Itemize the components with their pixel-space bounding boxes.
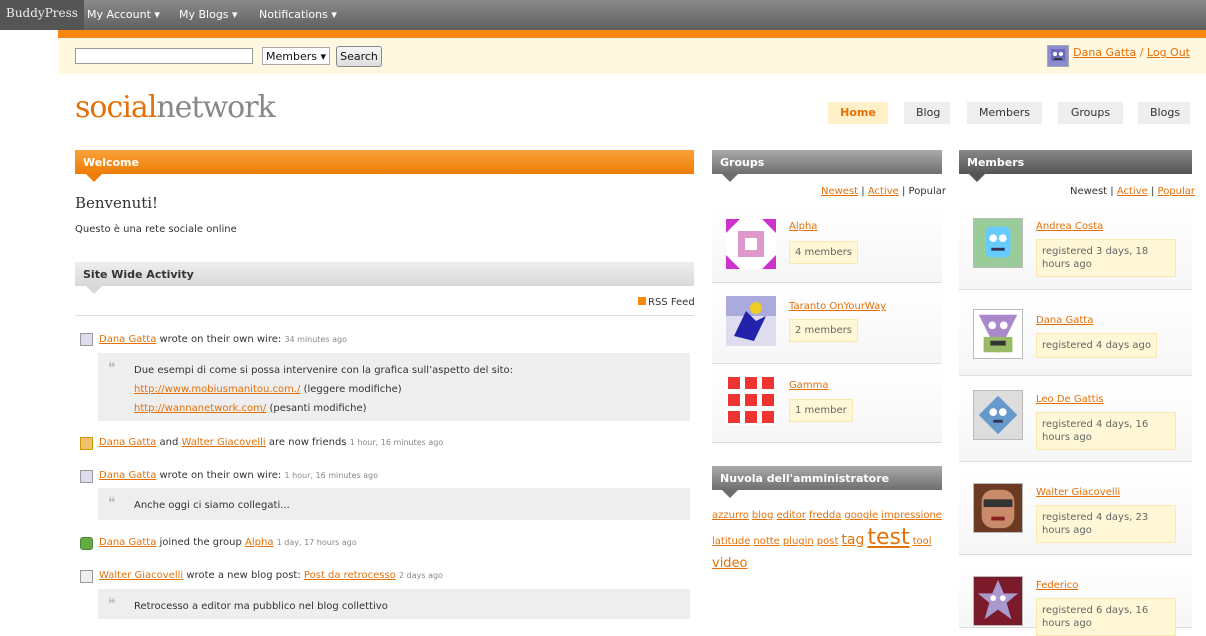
activity-item: Walter Giacovelli wrote a new blog post:…	[99, 570, 443, 581]
wire-icon	[80, 333, 93, 346]
nav-groups[interactable]: Groups	[1058, 102, 1123, 124]
user-avatar[interactable]	[1047, 45, 1069, 67]
tag-link[interactable]: tool	[913, 536, 932, 547]
user-separator: /	[1136, 46, 1147, 59]
search-input[interactable]	[75, 48, 253, 64]
members-pointer	[969, 174, 985, 182]
activity-pointer	[86, 286, 102, 294]
divider	[75, 315, 694, 316]
search-button[interactable]: Search	[336, 46, 382, 67]
member-item: Leo De Gattis registered 4 days, 16 hour…	[959, 377, 1192, 462]
tag-link[interactable]: post	[817, 536, 839, 547]
admin-bar: BuddyPress My Account ▾ My Blogs ▾ Notif…	[0, 0, 1206, 30]
activity-quote: ❝ Retrocesso a editor ma pubblico nel blo…	[98, 589, 690, 619]
nav-blogs[interactable]: Blogs	[1138, 102, 1190, 124]
activity-quote: ❝ Due esempi di come si possa intervenir…	[98, 353, 690, 421]
tag-link[interactable]: notte	[753, 536, 779, 547]
tag-link[interactable]: video	[712, 556, 748, 571]
site-title[interactable]: socialnetwork	[75, 90, 276, 125]
quote-icon: ❝	[108, 495, 116, 511]
my-account-menu[interactable]: My Account ▾	[87, 8, 160, 21]
activity-quote: ❝ Anche oggi ci siamo collegati...	[98, 488, 690, 520]
rss-icon	[638, 297, 646, 305]
tag-link[interactable]: fredda	[809, 510, 841, 521]
wire-icon	[80, 470, 93, 483]
groups-header: Groups	[712, 150, 942, 174]
welcome-text: Questo è una rete sociale online	[75, 224, 237, 235]
groups-filter: Newest | Active | Popular	[821, 186, 947, 197]
quote-link[interactable]: http://wannanetwork.com/	[134, 403, 266, 414]
group-avatar[interactable]	[726, 375, 776, 425]
welcome-title: Benvenuti!	[75, 194, 159, 212]
activity-header: Site Wide Activity	[75, 262, 694, 286]
nav-members[interactable]: Members	[967, 102, 1042, 124]
member-avatar[interactable]	[973, 390, 1023, 440]
buddypress-logo[interactable]: BuddyPress	[0, 0, 84, 30]
notifications-menu[interactable]: Notifications ▾	[259, 8, 337, 21]
blog-post-icon	[80, 570, 93, 583]
search-bar: Members ▾ Search Dana Gatta / Log Out	[58, 38, 1206, 74]
group-item: Alpha 4 members	[712, 205, 942, 283]
tag-link[interactable]: latitude	[712, 536, 750, 547]
quote-icon: ❝	[108, 596, 116, 612]
tag-link[interactable]: impressione	[881, 510, 942, 521]
activity-item: Dana Gatta joined the group Alpha 1 day,…	[99, 537, 357, 548]
members-filter: Newest | Active | Popular	[1070, 186, 1196, 197]
member-item: Andrea Costa registered 3 days, 18 hours…	[959, 205, 1192, 290]
members-header: Members	[959, 150, 1192, 174]
tagcloud-header: Nuvola dell'amministratore	[712, 466, 942, 490]
member-item: Dana Gatta registered 4 days ago	[959, 296, 1192, 376]
tag-link[interactable]: google	[844, 510, 878, 521]
welcome-pointer	[86, 174, 102, 182]
tag-link[interactable]: tag	[841, 532, 864, 548]
welcome-header: Welcome	[75, 150, 694, 174]
member-item: Walter Giacovelli registered 4 days, 23 …	[959, 470, 1192, 555]
my-blogs-menu[interactable]: My Blogs ▾	[179, 8, 238, 21]
groups-pointer	[722, 174, 738, 182]
group-item: Gamma 1 member	[712, 365, 942, 443]
tag-link[interactable]: blog	[752, 510, 774, 521]
rss-feed-link[interactable]: RSS Feed	[638, 297, 695, 308]
quote-icon: ❝	[108, 360, 116, 376]
tagcloud-pointer	[722, 490, 738, 498]
nav-home[interactable]: Home	[828, 102, 888, 124]
activity-item: Dana Gatta wrote on their own wire: 1 ho…	[99, 470, 379, 481]
header-accent-bar	[58, 30, 1206, 38]
search-scope-select[interactable]: Members ▾	[262, 47, 330, 65]
activity-item: Dana Gatta and Walter Giacovelli are now…	[99, 437, 444, 448]
tag-link[interactable]: azzurro	[712, 510, 749, 521]
user-box: Dana Gatta / Log Out	[1073, 46, 1190, 59]
nav-blog[interactable]: Blog	[904, 102, 950, 124]
tag-link[interactable]: editor	[777, 510, 806, 521]
logout-link[interactable]: Log Out	[1147, 46, 1190, 59]
tag-cloud: azzurro blog editor fredda google impressione…	[712, 505, 947, 576]
member-item: Federico registered 6 days, 16 hours ago	[959, 563, 1192, 636]
tag-link[interactable]: plugin	[783, 536, 814, 547]
group-avatar[interactable]	[726, 296, 776, 346]
member-avatar[interactable]	[973, 576, 1023, 626]
member-avatar[interactable]	[973, 483, 1023, 533]
group-item: Taranto OnYourWay 2 members	[712, 284, 942, 364]
user-link[interactable]: Dana Gatta	[1073, 46, 1136, 59]
member-avatar[interactable]	[973, 309, 1023, 359]
friends-icon	[80, 437, 93, 450]
group-icon	[80, 537, 93, 550]
member-avatar[interactable]	[973, 218, 1023, 268]
activity-item: Dana Gatta wrote on their own wire: 34 m…	[99, 334, 347, 345]
group-avatar[interactable]	[726, 219, 776, 269]
tag-link[interactable]: test	[867, 525, 909, 550]
quote-link[interactable]: http://www.mobiusmanitou.com./	[134, 384, 300, 395]
